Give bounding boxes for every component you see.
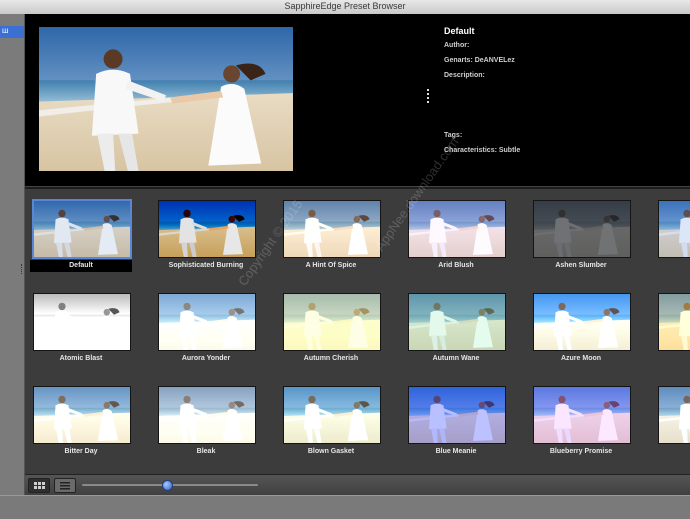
preset-thumbnail-image	[32, 199, 132, 259]
tags-label: Tags:	[444, 132, 463, 139]
sidebar-resize-handle[interactable]	[21, 264, 24, 274]
preset-thumbnail-image	[158, 293, 256, 351]
preset-thumbnail[interactable]: Blown Gasket	[277, 378, 387, 460]
preset-label: A	[655, 260, 690, 272]
preset-thumbnail[interactable]: Sophisticated Burning	[152, 192, 262, 274]
preset-label: Atomic Blast	[59, 355, 103, 362]
preset-label: Azure Moon	[560, 355, 602, 362]
preset-thumbnail[interactable]: A	[652, 285, 690, 367]
preset-grid: Default Sophisticated Burning A Hint Of Sp…	[25, 189, 690, 474]
preset-thumbnail[interactable]: Blueberry Promise	[527, 378, 637, 460]
preset-thumbnail[interactable]: Bleak	[152, 378, 262, 460]
preset-info: Default Author: Genarts: DeANVELez Descr…	[444, 26, 684, 162]
preset-thumbnail[interactable]: Ashen Slumber	[527, 192, 637, 274]
list-view-button[interactable]	[54, 478, 76, 493]
preset-thumbnail[interactable]: Atomic Blast	[27, 285, 137, 367]
preset-thumbnail-image	[533, 386, 631, 444]
preset-thumbnail[interactable]: Aurora Yonder	[152, 285, 262, 367]
genarts-label: Genarts: DeANVELez	[444, 57, 515, 64]
preset-thumbnail-image	[533, 200, 631, 258]
preset-thumbnail[interactable]: Autumn Wane	[402, 285, 512, 367]
preview-panel: Default Author: Genarts: DeANVELez Descr…	[25, 14, 690, 186]
thumbnail-size-slider-knob[interactable]	[162, 480, 173, 491]
preset-thumbnail-image	[158, 200, 256, 258]
preset-label: Default	[30, 260, 132, 272]
preset-thumbnail[interactable]: Bitter Day	[27, 378, 137, 460]
preview-image	[39, 27, 293, 171]
grid-icon	[34, 482, 45, 489]
preset-label: Bitter Day	[64, 448, 98, 455]
characteristics-label: Characteristics: Subtle	[444, 147, 521, 154]
author-label: Author:	[444, 42, 470, 49]
preset-thumbnail-image	[158, 386, 256, 444]
preset-thumbnail-image	[533, 293, 631, 351]
preset-label: Autumn Wane	[432, 355, 480, 362]
preset-thumbnail-image	[658, 293, 690, 351]
description-label: Description:	[444, 72, 485, 79]
preset-thumbnail-image	[658, 200, 690, 258]
preset-thumbnail-image	[408, 386, 506, 444]
left-sidebar: ш	[0, 14, 25, 518]
preset-label: Blue Meanie	[435, 448, 477, 455]
preset-thumbnail-image	[33, 386, 131, 444]
preset-label: A	[655, 353, 690, 365]
title-bar: SapphireEdge Preset Browser	[0, 0, 690, 15]
preset-label: A Hint Of Spice	[305, 262, 357, 269]
preset-label: Ashen Slumber	[555, 262, 607, 269]
preset-thumbnail-image	[658, 386, 690, 444]
preset-label: Aurora Yonder	[181, 355, 231, 362]
preset-label: Bleak	[196, 448, 216, 455]
panel-drag-handle[interactable]	[427, 89, 430, 107]
preset-name: Default	[444, 26, 475, 36]
sidebar-selected-item[interactable]: ш	[0, 26, 24, 38]
list-icon	[60, 482, 70, 490]
preset-thumbnail[interactable]: Default	[27, 192, 137, 274]
preset-thumbnail[interactable]: Autumn Cherish	[277, 285, 387, 367]
preset-thumbnail-image	[408, 293, 506, 351]
preset-label: Blueberry Promise	[549, 448, 613, 455]
preset-thumbnail[interactable]: Blue Meanie	[402, 378, 512, 460]
preset-thumbnail-image	[283, 386, 381, 444]
preset-thumbnail-image	[408, 200, 506, 258]
preset-thumbnail-image	[33, 293, 131, 351]
preset-thumbnail[interactable]: B	[652, 378, 690, 460]
sidebar-selected-label: ш	[2, 26, 9, 35]
grid-view-button[interactable]	[28, 478, 50, 493]
preset-label: Autumn Cherish	[303, 355, 359, 362]
preset-thumbnail[interactable]: A	[652, 192, 690, 274]
preset-thumbnail-image	[283, 293, 381, 351]
window-footer	[0, 495, 690, 519]
preset-label: Arid Blush	[438, 262, 474, 269]
preset-label: Blown Gasket	[307, 448, 355, 455]
preset-label: B	[655, 446, 690, 458]
preset-thumbnail[interactable]: Azure Moon	[527, 285, 637, 367]
bottom-toolbar	[25, 474, 690, 495]
window-title: SapphireEdge Preset Browser	[284, 1, 406, 11]
